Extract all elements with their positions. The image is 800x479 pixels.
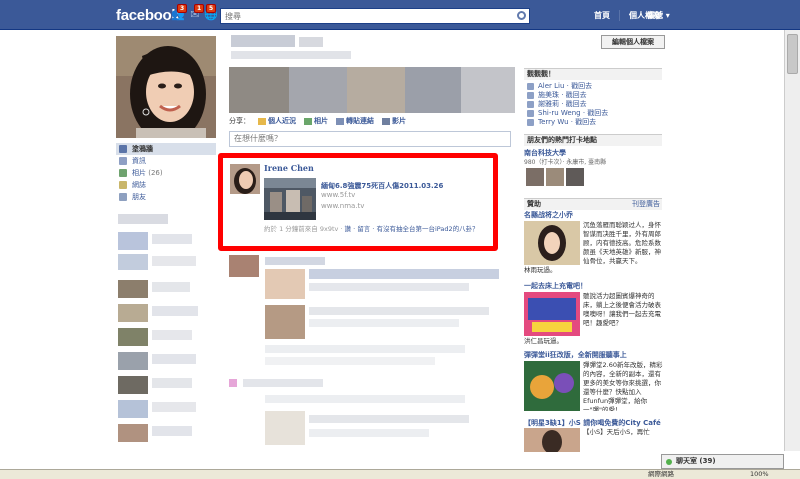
poke-icon bbox=[527, 83, 534, 90]
ad-text: 【小S】天后小S，再忙 bbox=[583, 428, 650, 436]
top-nav-bar: facebook 👥 3 ✉ 1 🌐 5 首頁 個人檔案 帳號 ▾ bbox=[0, 0, 800, 30]
ad-image[interactable] bbox=[524, 428, 580, 452]
blurred-profile-header bbox=[229, 33, 519, 113]
nav-item-info[interactable]: 資訊 bbox=[116, 155, 216, 167]
account-menu[interactable]: 帳號 ▾ bbox=[647, 10, 670, 21]
poke-icon bbox=[527, 110, 534, 117]
share-link-button[interactable]: 轉貼連結 bbox=[336, 116, 374, 126]
share-photo-button[interactable]: 相片 bbox=[304, 116, 328, 126]
share-label: 分享： bbox=[229, 117, 250, 125]
create-ad-link[interactable]: 刊登廣告 bbox=[632, 199, 660, 210]
browser-status-bar: 網際網路 100% bbox=[0, 469, 800, 479]
share-status-button[interactable]: 個人近況 bbox=[258, 116, 296, 126]
checkins-heading: 朋友們的熱門打卡地點 bbox=[524, 134, 662, 146]
zone-indicator: 網際網路 bbox=[648, 470, 674, 478]
profile-photo[interactable] bbox=[116, 36, 216, 138]
ad-title[interactable]: 【明星3缺1】小S 請你喝免費的City Café bbox=[524, 419, 662, 428]
checkin-detail: 980（打卡次）· 永康市, 臺南縣 bbox=[524, 159, 607, 166]
ad-title[interactable]: 彈彈堂ii狂改版，全新開服聽事上 bbox=[524, 350, 662, 361]
poke-item[interactable]: Aler Liu · 戳回去 bbox=[524, 82, 662, 91]
highlight-box bbox=[218, 153, 498, 251]
checkin-place[interactable]: 南台科技大學 bbox=[524, 148, 662, 158]
ad-title[interactable]: 名縣战将之小乔 bbox=[524, 210, 662, 221]
sponsored-panel: 贊助 刊登廣告 名縣战将之小乔 沉鱼落雁而聪颖过人，身怀智谋而决胜千里，外有周郎… bbox=[524, 198, 662, 452]
edit-profile-button[interactable]: 編輯個人檔案 bbox=[601, 35, 665, 49]
status-icon bbox=[258, 117, 266, 125]
checkins-panel: 朋友們的熱門打卡地點 南台科技大學 980（打卡次）· 永康市, 臺南縣 bbox=[524, 134, 662, 189]
info-icon bbox=[119, 157, 127, 165]
photos-icon bbox=[119, 169, 127, 177]
nav-item-photos[interactable]: 相片 (26) bbox=[116, 167, 216, 179]
nav-item-notes[interactable]: 網誌 bbox=[116, 179, 216, 191]
pokes-panel: 觀觀觀！ Aler Liu · 戳回去 施美珠 · 戳回去 謝雅莉 · 戳回去 … bbox=[524, 68, 662, 127]
facebook-logo[interactable]: facebook bbox=[116, 7, 180, 24]
poke-item[interactable]: Terry Wu · 戳回去 bbox=[524, 118, 662, 127]
poke-icon bbox=[527, 119, 534, 126]
pokes-heading: 觀觀觀！ bbox=[524, 68, 662, 80]
ad-social-context: 洪仁昌玩過。 bbox=[524, 337, 563, 345]
ad-social-context: 林雨玩過。 bbox=[524, 266, 557, 274]
online-status-icon bbox=[666, 459, 672, 465]
photo-icon bbox=[304, 117, 312, 125]
vertical-scrollbar[interactable] bbox=[784, 30, 800, 451]
scrollbar-thumb[interactable] bbox=[787, 34, 798, 74]
ad-item[interactable]: 彈彈堂ii狂改版，全新開服聽事上 彈彈堂2.60新年改版，精彩 的內容，全新的副… bbox=[524, 350, 662, 411]
ad-text: 彈彈堂2.60新年改版，精彩 的內容，全新的副本，還有 更多的美女等你來挑選，你… bbox=[583, 361, 663, 411]
status-input[interactable]: 在想什麼嗎？ bbox=[229, 131, 511, 147]
profile-nav: 塗鴉牆 資訊 相片 (26) 網誌 朋友 bbox=[116, 143, 216, 203]
ad-item[interactable]: 名縣战将之小乔 沉鱼落雁而聪颖过人，身怀智谋而决胜千里，外有周郎顾，内有德技高。… bbox=[524, 210, 662, 275]
notifications-badge: 5 bbox=[206, 4, 217, 13]
friend-requests-badge: 3 bbox=[177, 4, 188, 13]
ad-text: 沉鱼落雁而聪颖过人，身怀智谋而决胜千里，外有周郎顾，内有德技高。危险系数颜虽《天… bbox=[583, 221, 661, 265]
ad-image[interactable] bbox=[524, 221, 580, 265]
ad-title[interactable]: 一起去床上充電吧！ bbox=[524, 281, 662, 292]
checkin-friend-avatars[interactable] bbox=[524, 167, 662, 187]
friends-icon bbox=[119, 193, 127, 201]
ad-image[interactable] bbox=[524, 361, 580, 411]
share-toolbar: 分享： 個人近況 相片 轉貼連結 影片 bbox=[229, 116, 406, 126]
search-box[interactable] bbox=[220, 8, 530, 24]
nav-item-wall[interactable]: 塗鴉牆 bbox=[116, 143, 216, 155]
wall-icon bbox=[119, 145, 127, 153]
ad-item[interactable]: 一起去床上充電吧！ 聽說活力超圖賓爆神奇的床，躺上之後便會活力破表噢噢呀！讓我們… bbox=[524, 281, 662, 346]
sponsored-heading: 贊助 刊登廣告 bbox=[524, 198, 662, 210]
nav-item-friends[interactable]: 朋友 bbox=[116, 191, 216, 203]
search-icon[interactable] bbox=[517, 11, 526, 20]
poke-item[interactable]: 施美珠 · 戳回去 bbox=[524, 91, 662, 100]
poke-item[interactable]: Shi-ru Weng · 戳回去 bbox=[524, 109, 662, 118]
ad-item[interactable]: 【明星3缺1】小S 請你喝免費的City Café 【小S】天后小S，再忙 bbox=[524, 419, 662, 452]
link-icon bbox=[336, 117, 344, 125]
zoom-level[interactable]: 100% bbox=[750, 470, 769, 479]
blurred-friends-list bbox=[116, 210, 216, 460]
poke-icon bbox=[527, 101, 534, 108]
share-video-button[interactable]: 影片 bbox=[382, 116, 406, 126]
ad-image[interactable] bbox=[524, 292, 580, 336]
poke-icon bbox=[527, 92, 534, 99]
notes-icon bbox=[119, 181, 127, 189]
home-link[interactable]: 首頁 bbox=[585, 10, 619, 21]
ad-text: 聽說活力超圖賓爆神奇的床，躺上之後便會活力破表噢噢呀！讓我們一起去充電吧！趣愛吧… bbox=[583, 292, 661, 327]
poke-item[interactable]: 謝雅莉 · 戳回去 bbox=[524, 100, 662, 109]
video-icon bbox=[382, 117, 390, 125]
chat-bar[interactable]: 聊天室 (39) bbox=[661, 454, 784, 469]
search-input[interactable] bbox=[221, 9, 513, 23]
blurred-feed bbox=[229, 255, 519, 469]
messages-badge: 1 bbox=[194, 4, 205, 13]
